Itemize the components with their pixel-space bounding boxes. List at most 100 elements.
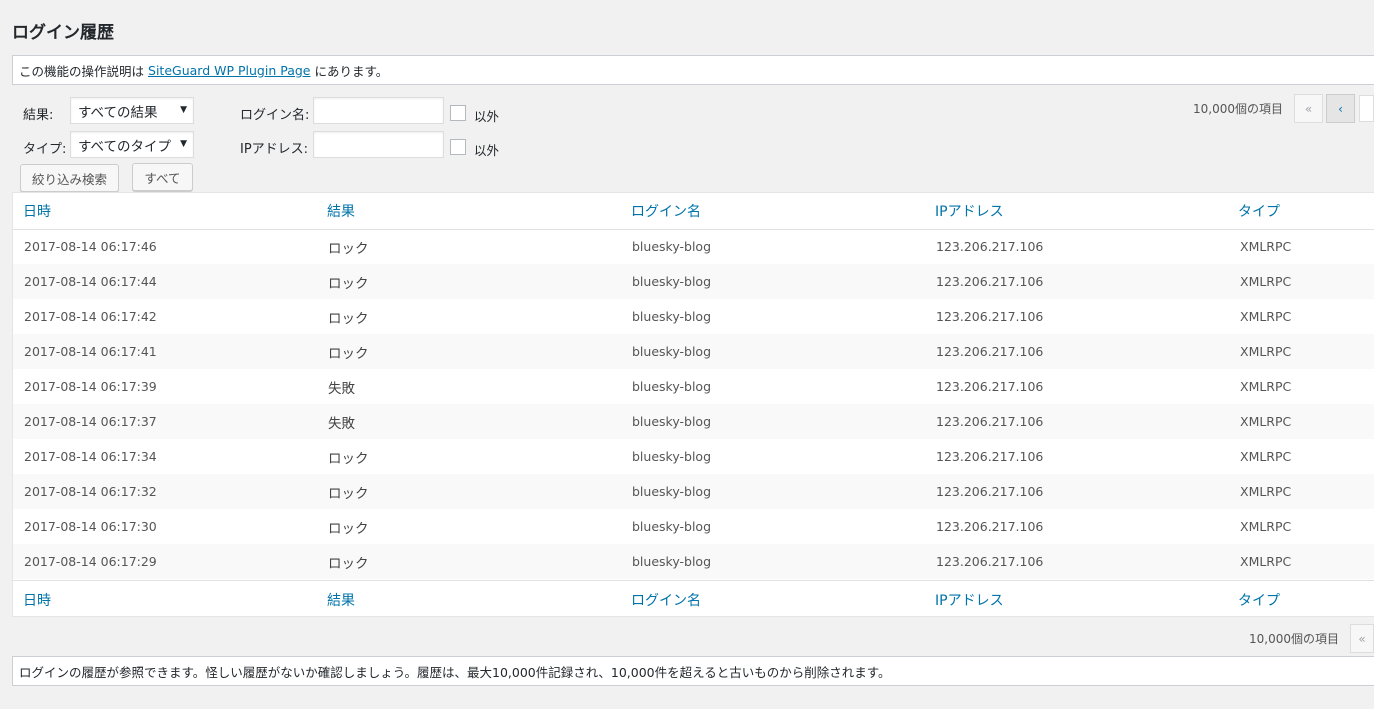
help-notice-prefix: この機能の操作説明は — [19, 63, 145, 79]
cell-result: ロック — [328, 555, 369, 572]
cell-login-name: bluesky-blog — [632, 344, 712, 359]
table-row: 2017-08-14 06:17:32 ロック bluesky-blog 123.20… — [13, 474, 1374, 509]
column-footer-result[interactable]: 結果 — [327, 581, 355, 618]
cell-ip-address: 123.206.217.106 — [936, 414, 1044, 429]
table-footer-row: 日時 結果 ログイン名 IPアドレス タイプ — [13, 580, 1374, 618]
prev-page-button[interactable]: ‹ — [1326, 94, 1355, 123]
cell-type: XMLRPC — [1240, 274, 1292, 289]
info-notice-text: ログインの履歴が参照できます。怪しい履歴がないか確認しましょう。履歴は、最大10… — [19, 664, 891, 680]
cell-login-name: bluesky-blog — [632, 309, 712, 324]
cell-ip-address: 123.206.217.106 — [936, 274, 1044, 289]
cell-result: ロック — [328, 310, 369, 327]
cell-datetime: 2017-08-14 06:17:46 — [24, 239, 157, 254]
cell-login-name: bluesky-blog — [632, 239, 712, 254]
table-header-row: 日時 結果 ログイン名 IPアドレス タイプ — [13, 193, 1374, 230]
cell-datetime: 2017-08-14 06:17:44 — [24, 274, 157, 289]
cell-datetime: 2017-08-14 06:17:37 — [24, 414, 157, 429]
login-name-label: ログイン名: — [240, 108, 310, 123]
cell-result: ロック — [328, 275, 369, 292]
cell-datetime: 2017-08-14 06:17:29 — [24, 554, 157, 569]
ip-address-input[interactable] — [313, 131, 444, 158]
result-select-value: すべての結果 — [78, 104, 158, 121]
cell-type: XMLRPC — [1240, 414, 1292, 429]
cell-ip-address: 123.206.217.106 — [936, 379, 1044, 394]
cell-login-name: bluesky-blog — [632, 274, 712, 289]
cell-result: ロック — [328, 240, 369, 257]
cell-login-name: bluesky-blog — [632, 519, 712, 534]
cell-datetime: 2017-08-14 06:17:42 — [24, 309, 157, 324]
cell-type: XMLRPC — [1240, 484, 1292, 499]
filter-search-button[interactable]: 絞り込み検索 — [20, 164, 119, 192]
cell-ip-address: 123.206.217.106 — [936, 484, 1044, 499]
plugin-page-link[interactable]: SiteGuard WP Plugin Page — [148, 63, 310, 78]
cell-ip-address: 123.206.217.106 — [936, 344, 1044, 359]
cell-type: XMLRPC — [1240, 449, 1292, 464]
first-page-button-bottom[interactable]: « — [1350, 624, 1374, 653]
column-footer-datetime[interactable]: 日時 — [23, 581, 51, 618]
ip-address-label: IPアドレス: — [240, 142, 309, 157]
result-select[interactable]: すべての結果 ▼ — [70, 97, 194, 124]
cell-type: XMLRPC — [1240, 554, 1292, 569]
table-row: 2017-08-14 06:17:34 ロック bluesky-blog 123.20… — [13, 439, 1374, 474]
login-exclude-label: 以外 — [474, 109, 500, 124]
column-footer-ip-address[interactable]: IPアドレス — [935, 581, 1004, 618]
cell-login-name: bluesky-blog — [632, 554, 712, 569]
column-header-login-name[interactable]: ログイン名 — [631, 193, 701, 229]
first-page-button[interactable]: « — [1294, 94, 1323, 123]
cell-type: XMLRPC — [1240, 519, 1292, 534]
chevron-down-icon: ▼ — [180, 105, 187, 115]
cell-result: ロック — [328, 450, 369, 467]
help-notice: この機能の操作説明は SiteGuard WP Plugin Page にありま… — [12, 55, 1374, 85]
column-header-type[interactable]: タイプ — [1238, 193, 1280, 229]
item-count-bottom: 10,000個の項目 — [1249, 632, 1339, 646]
type-select[interactable]: すべてのタイプ ▼ — [70, 131, 194, 158]
login-history-table: 日時 結果 ログイン名 IPアドレス タイプ 2017-08-14 06:17:… — [12, 192, 1374, 617]
login-exclude-checkbox[interactable] — [450, 105, 466, 121]
cell-login-name: bluesky-blog — [632, 414, 712, 429]
cell-ip-address: 123.206.217.106 — [936, 554, 1044, 569]
cell-result: ロック — [328, 345, 369, 362]
login-name-input[interactable] — [313, 97, 444, 124]
cell-result: ロック — [328, 520, 369, 537]
cell-login-name: bluesky-blog — [632, 379, 712, 394]
cell-login-name: bluesky-blog — [632, 449, 712, 464]
help-notice-suffix: にあります。 — [314, 63, 389, 79]
ip-exclude-checkbox[interactable] — [450, 139, 466, 155]
column-header-ip-address[interactable]: IPアドレス — [935, 193, 1004, 229]
table-row: 2017-08-14 06:17:41 ロック bluesky-blog 123.20… — [13, 334, 1374, 369]
chevron-down-icon: ▼ — [180, 139, 187, 149]
cell-datetime: 2017-08-14 06:17:32 — [24, 484, 157, 499]
current-page-input[interactable] — [1359, 95, 1374, 122]
table-row: 2017-08-14 06:17:39 失敗 bluesky-blog 123.206… — [13, 369, 1374, 404]
cell-result: ロック — [328, 485, 369, 502]
ip-exclude-label: 以外 — [474, 143, 500, 158]
table-row: 2017-08-14 06:17:44 ロック bluesky-blog 123.20… — [13, 264, 1374, 299]
cell-login-name: bluesky-blog — [632, 484, 712, 499]
cell-datetime: 2017-08-14 06:17:39 — [24, 379, 157, 394]
table-row: 2017-08-14 06:17:30 ロック bluesky-blog 123.20… — [13, 509, 1374, 544]
result-filter-label: 結果: — [23, 108, 54, 123]
cell-datetime: 2017-08-14 06:17:34 — [24, 449, 157, 464]
item-count-top: 10,000個の項目 — [1193, 102, 1283, 116]
type-filter-label: タイプ: — [23, 142, 67, 157]
cell-ip-address: 123.206.217.106 — [936, 519, 1044, 534]
cell-type: XMLRPC — [1240, 239, 1292, 254]
cell-datetime: 2017-08-14 06:17:30 — [24, 519, 157, 534]
cell-ip-address: 123.206.217.106 — [936, 449, 1044, 464]
cell-datetime: 2017-08-14 06:17:41 — [24, 344, 157, 359]
type-select-value: すべてのタイプ — [78, 138, 172, 155]
cell-result: 失敗 — [328, 380, 355, 397]
page-title: ログイン履歴 — [12, 23, 114, 43]
cell-ip-address: 123.206.217.106 — [936, 309, 1044, 324]
table-row: 2017-08-14 06:17:37 失敗 bluesky-blog 123.206… — [13, 404, 1374, 439]
cell-result: 失敗 — [328, 415, 355, 432]
column-header-result[interactable]: 結果 — [327, 193, 355, 229]
cell-type: XMLRPC — [1240, 344, 1292, 359]
cell-type: XMLRPC — [1240, 379, 1292, 394]
column-footer-type[interactable]: タイプ — [1238, 581, 1280, 618]
column-header-datetime[interactable]: 日時 — [23, 193, 51, 229]
show-all-button[interactable]: すべて — [132, 163, 193, 191]
cell-type: XMLRPC — [1240, 309, 1292, 324]
column-footer-login-name[interactable]: ログイン名 — [631, 581, 701, 618]
table-row: 2017-08-14 06:17:42 ロック bluesky-blog 123.20… — [13, 299, 1374, 334]
